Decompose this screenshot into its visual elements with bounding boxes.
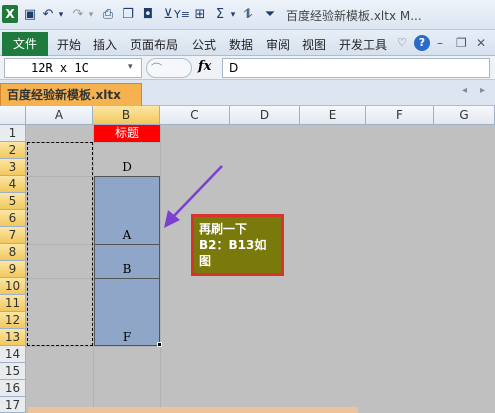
row-header-4[interactable]: 4 [0,176,26,193]
row-header-6[interactable]: 6 [0,210,26,227]
workbook-tab[interactable]: 百度经验新模板.xltx [0,83,142,106]
row-header-9[interactable]: 9 [0,261,26,278]
sort-icon[interactable]: ⥮ [240,6,256,24]
name-box[interactable]: 12R x 1C [4,58,142,78]
tab-file[interactable]: 文件 [2,32,48,56]
row-header-11[interactable]: 11 [0,295,26,312]
row-header-3[interactable]: 3 [0,159,26,176]
excel-logo-icon: X [2,5,18,23]
autosum-icon[interactable]: Σ [212,6,228,24]
restore-icon[interactable]: ❐ [456,36,467,50]
cell-b9[interactable]: B [94,261,160,278]
copy-icon[interactable]: ❐ [120,6,136,24]
undo-dropdown-icon[interactable]: ▾ [56,6,66,24]
help-icon[interactable]: ? [414,35,430,51]
camera-icon[interactable]: ◘ [140,6,156,24]
close-icon[interactable]: ✕ [476,36,486,50]
row-header-5[interactable]: 5 [0,193,26,210]
column-header-e[interactable]: E [300,106,366,125]
copy-marquee [27,142,93,346]
row-header-14[interactable]: 14 [0,346,26,363]
redo-dropdown-icon[interactable]: ▾ [86,6,96,24]
tab-formulas[interactable]: 公式 [192,36,216,53]
row-header-1[interactable]: 1 [0,125,26,142]
workbook-tab-strip: 百度经验新模板.xltx ◂ ▸ [0,80,495,106]
column-header-g[interactable]: G [434,106,495,125]
tab-scroll-right-icon[interactable]: ▸ [480,85,485,96]
autosum-dropdown-icon[interactable]: ▾ [228,6,238,24]
formula-input[interactable]: D [222,58,490,78]
text-filter-icon[interactable]: Y≡ [174,6,190,24]
annotation-note: 再刷一下B2：B13如图 [191,214,284,276]
row-header-12[interactable]: 12 [0,312,26,329]
undo-icon[interactable]: ↶ [40,6,56,24]
horizontal-scrollbar[interactable] [28,407,358,413]
row-header-15[interactable]: 15 [0,363,26,380]
ribbon-tabs: 文件 开始 插入 页面布局 公式 数据 审阅 视图 开发工具 ♡ ? – ❐ ✕ [0,30,495,56]
row-header-13[interactable]: 13 [0,329,26,346]
tab-scroll-left-icon[interactable]: ◂ [462,85,467,96]
print-preview-icon[interactable]: ⎙ [100,6,116,24]
customize-toolbar-icon[interactable]: ⏷ [262,6,278,24]
name-box-dropdown-icon[interactable]: ▾ [128,62,133,72]
row-header-8[interactable]: 8 [0,244,26,261]
tab-data[interactable]: 数据 [229,36,253,53]
row-header-16[interactable]: 16 [0,380,26,397]
arrow-shaft [171,165,223,219]
row-header-2[interactable]: 2 [0,142,26,159]
row-header-10[interactable]: 10 [0,278,26,295]
cell-b13[interactable]: F [94,329,160,346]
tab-page-layout[interactable]: 页面布局 [130,36,178,53]
tab-view[interactable]: 视图 [302,36,326,53]
formula-bar-divider[interactable]: ⌒ [146,58,192,78]
tab-insert[interactable]: 插入 [93,36,117,53]
ribbon-minimize-icon[interactable]: ♡ [397,36,407,49]
gridline [26,346,160,347]
gridline [94,278,160,279]
borders-icon[interactable]: ⊞ [192,6,208,24]
tab-developer[interactable]: 开发工具 [339,36,387,53]
select-all-corner[interactable] [0,106,26,125]
tab-review[interactable]: 审阅 [266,36,290,53]
tab-home[interactable]: 开始 [57,36,81,53]
row-header-7[interactable]: 7 [0,227,26,244]
minimize-icon[interactable]: – [437,36,443,50]
column-header-c[interactable]: C [160,106,230,125]
title-bar: X ▣ ↶ ▾ ↷ ▾ ⎙ ❐ ◘ ⊻ Y≡ ⊞ Σ ▾ ⥮ ⏷ 百度经验新模板… [0,0,495,30]
insert-function-button[interactable]: fx [198,59,211,74]
row-header-17[interactable]: 17 [0,397,26,413]
save-icon[interactable]: ▣ [22,6,38,24]
gridline [94,244,160,245]
formula-bar: 12R x 1C ▾ ⌒ fx D [0,56,495,80]
column-header-a[interactable]: A [26,106,93,125]
column-header-d[interactable]: D [230,106,300,125]
redo-icon[interactable]: ↷ [70,6,86,24]
column-header-f[interactable]: F [366,106,434,125]
window-title: 百度经验新模板.xltx M... [286,9,422,23]
cell-b1[interactable]: 标题 [94,125,160,142]
column-header-b[interactable]: B [93,106,160,125]
expand-icon: ⌒ [151,62,162,75]
